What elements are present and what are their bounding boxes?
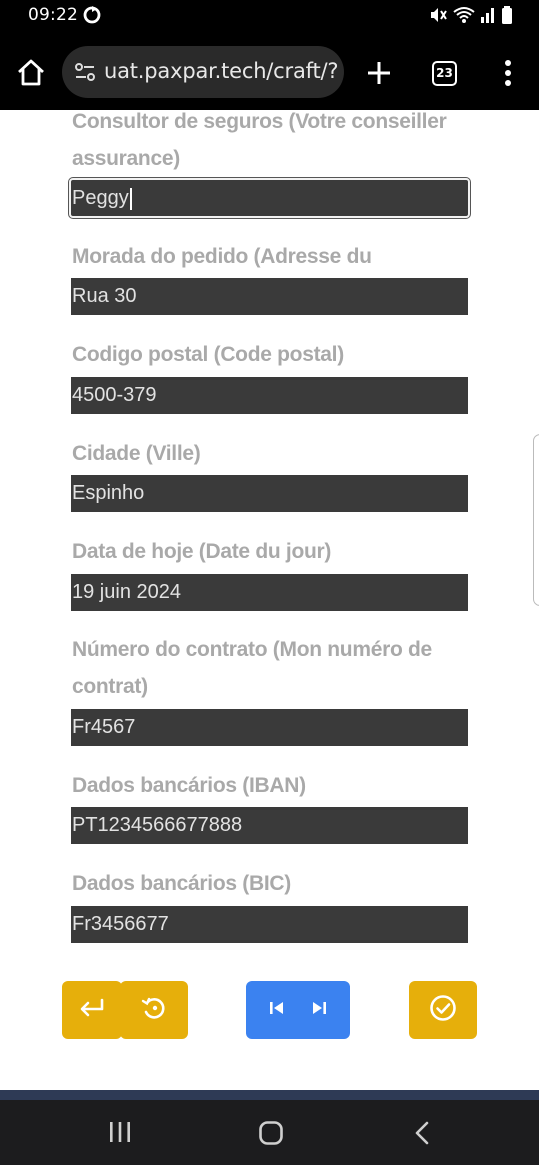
postal-code-field[interactable]: 4500-379 <box>71 377 468 414</box>
check-circle-icon <box>428 993 458 1027</box>
browser-toolbar: uat.paxpar.tech/craft/? 23 <box>0 34 539 110</box>
bic-field[interactable]: Fr3456677 <box>71 906 468 943</box>
consultant-value: Peggy <box>72 187 129 209</box>
field-label-contract-number: Número do contrato (Mon numéro de contra… <box>72 638 432 698</box>
system-nav-bar <box>0 1090 539 1165</box>
field-label-postal-code: Codigo postal (Code postal) <box>72 343 344 366</box>
mute-vibrate-icon <box>429 6 449 28</box>
field-label-bic: Dados bancários (BIC) <box>72 872 291 895</box>
consultant-field[interactable]: Peggy <box>68 177 471 219</box>
restore-icon <box>140 994 168 1026</box>
wifi-icon <box>453 6 475 28</box>
new-tab-icon[interactable] <box>364 58 394 88</box>
date-field[interactable]: 19 juin 2024 <box>71 574 468 611</box>
home-nav-icon[interactable] <box>258 1120 284 1150</box>
url-text: uat.paxpar.tech/craft/? <box>104 59 339 83</box>
nav-bar-top-edge <box>0 1090 539 1100</box>
skip-previous-icon[interactable] <box>268 999 286 1021</box>
address-bar[interactable]: uat.paxpar.tech/craft/? <box>62 46 344 98</box>
signal-icon <box>479 6 497 28</box>
back-button[interactable] <box>62 981 122 1039</box>
back-nav-icon[interactable] <box>412 1120 434 1150</box>
city-field[interactable]: Espinho <box>71 475 468 512</box>
overflow-menu-icon[interactable] <box>498 58 518 88</box>
field-label-consultant: Consultor de seguros (Votre conseiller a… <box>72 110 447 170</box>
reset-button[interactable] <box>120 981 188 1039</box>
field-label-date: Data de hoje (Date du jour) <box>72 540 332 563</box>
claim-address-field[interactable]: Rua 30 <box>71 278 468 315</box>
enter-return-icon <box>78 998 106 1022</box>
tab-switcher-button[interactable]: 23 <box>432 61 457 86</box>
navigation-button-group <box>246 981 350 1039</box>
contract-number-field[interactable]: Fr4567 <box>71 709 468 746</box>
field-label-city: Cidade (Ville) <box>72 442 201 465</box>
page-content: Consultor de seguros (Votre conseiller a… <box>0 110 539 1090</box>
site-settings-icon[interactable] <box>74 61 96 83</box>
battery-icon <box>501 6 513 28</box>
submit-button[interactable] <box>409 981 477 1039</box>
text-caret <box>129 187 132 210</box>
status-bar: 09:22 <box>0 0 539 34</box>
skip-next-icon[interactable] <box>310 999 328 1021</box>
status-icons <box>429 6 513 28</box>
home-icon[interactable] <box>14 56 48 90</box>
status-time: 09:22 <box>28 5 78 25</box>
sync-icon <box>82 5 102 29</box>
scroll-handle[interactable] <box>533 434 539 606</box>
iban-field[interactable]: PT1234566677888 <box>71 807 468 844</box>
recent-apps-icon[interactable] <box>108 1120 132 1148</box>
field-label-iban: Dados bancários (IBAN) <box>72 774 306 797</box>
